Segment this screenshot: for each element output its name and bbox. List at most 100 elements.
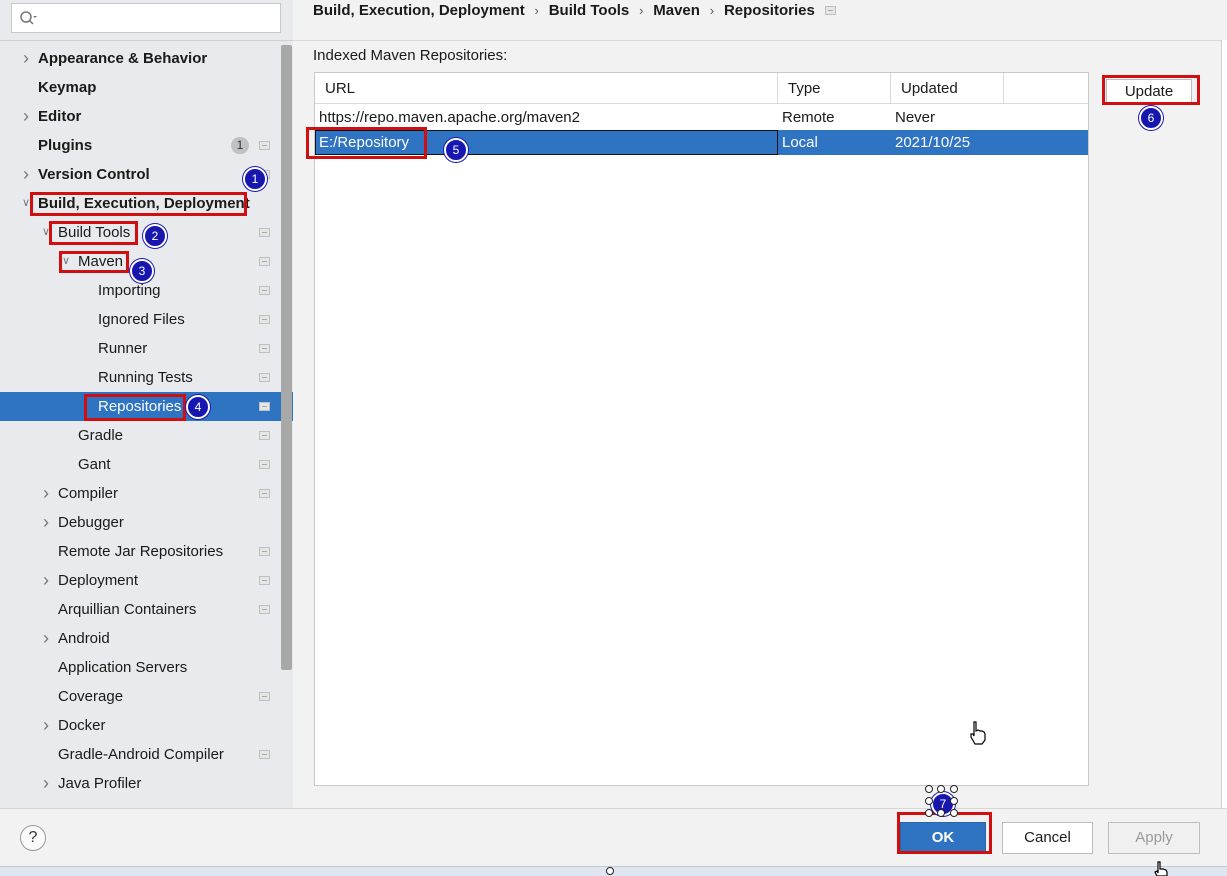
sidebar-divider [0, 40, 293, 41]
column-header-filler [1004, 73, 1088, 104]
sidebar-item-label: Coverage [58, 688, 124, 705]
step-badge: 1 [243, 167, 267, 191]
sidebar-item-label: Appearance & Behavior [38, 50, 208, 67]
sidebar-item[interactable]: › Deployment [0, 566, 293, 595]
project-scope-icon [259, 692, 270, 701]
search-input[interactable] [11, 3, 281, 33]
sidebar-scrollbar[interactable] [281, 45, 292, 670]
project-scope-icon [259, 489, 270, 498]
sidebar-item[interactable]: Plugins 1 [0, 131, 293, 160]
sidebar-item[interactable]: › Editor [0, 102, 293, 131]
sidebar-item[interactable]: › Docker [0, 711, 293, 740]
sidebar-item[interactable]: Application Servers [0, 653, 293, 682]
breadcrumb-separator-icon: › [709, 3, 715, 18]
section-title: Indexed Maven Repositories: [313, 47, 508, 64]
sidebar-item[interactable]: Coverage [0, 682, 293, 711]
sidebar-item-label: Gradle [78, 427, 124, 444]
column-header-type[interactable]: Type [778, 73, 891, 104]
column-header-url[interactable]: URL [315, 73, 778, 104]
cell-updated: Never [895, 109, 936, 126]
selection-handle [925, 785, 933, 793]
sidebar-item[interactable]: › Compiler [0, 479, 293, 508]
cell-updated: 2021/10/25 [895, 134, 971, 151]
selection-handle [606, 867, 614, 875]
sidebar-item[interactable]: Runner [0, 334, 293, 363]
column-header-updated[interactable]: Updated [891, 73, 1004, 104]
sidebar-item[interactable]: Running Tests [0, 363, 293, 392]
breadcrumb-item: Build Tools [548, 2, 630, 19]
sidebar-item-label: Ignored Files [98, 311, 185, 328]
project-scope-icon [259, 431, 270, 440]
highlight-box [59, 251, 129, 273]
chevron-right-icon[interactable]: › [40, 624, 52, 653]
sidebar-item[interactable]: Keymap [0, 73, 293, 102]
project-scope-icon [259, 286, 270, 295]
apply-button[interactable]: Apply [1108, 822, 1200, 854]
sidebar-item[interactable]: › Debugger [0, 508, 293, 537]
project-scope-icon [259, 257, 270, 266]
selection-handle [950, 809, 958, 817]
repositories-table[interactable]: URL Type Updated https://repo.maven.apac… [314, 72, 1089, 786]
sidebar-item[interactable]: Gradle [0, 421, 293, 450]
project-scope-icon [259, 547, 270, 556]
highlight-box [30, 192, 247, 216]
step-badge: 5 [444, 138, 468, 162]
sidebar-item-label: Java Profiler [58, 775, 142, 792]
highlight-box [84, 394, 186, 421]
highlight-box [49, 221, 138, 245]
project-scope-icon [259, 344, 270, 353]
sidebar-item-label: Gant [78, 456, 111, 473]
project-scope-icon [259, 460, 270, 469]
sidebar-item-label: Plugins [38, 137, 93, 154]
sidebar-item-label: Android [58, 630, 110, 647]
sidebar-item[interactable]: Ignored Files [0, 305, 293, 334]
highlight-box [1102, 75, 1200, 105]
sidebar-item-label: Arquillian Containers [58, 601, 197, 618]
chevron-right-icon[interactable]: › [40, 508, 52, 537]
sidebar-item[interactable]: Gradle-Android Compiler [0, 740, 293, 769]
sidebar-item[interactable]: › Java Profiler [0, 769, 293, 798]
table-row-selected[interactable]: E:/Repository Local 2021/10/25 [315, 130, 1088, 155]
chevron-right-icon[interactable]: › [20, 44, 32, 73]
step-badge: 4 [186, 395, 210, 419]
chevron-right-icon[interactable]: › [40, 479, 52, 508]
breadcrumb-separator-icon: › [534, 3, 539, 18]
chevron-right-icon[interactable]: › [20, 160, 32, 189]
step-badge: 3 [130, 259, 154, 283]
chevron-right-icon[interactable]: › [20, 102, 32, 131]
sidebar-item-label: Debugger [58, 514, 124, 531]
update-count-badge: 1 [231, 137, 249, 154]
breadcrumb-separator-icon: › [639, 3, 644, 18]
step-badge: 6 [1139, 106, 1163, 130]
sidebar-item[interactable]: › Android [0, 624, 293, 653]
hand-cursor-icon [970, 721, 986, 745]
hand-cursor-icon [1154, 861, 1168, 876]
sidebar-item-label: Runner [98, 340, 148, 357]
breadcrumb-item: Maven [653, 2, 700, 19]
chevron-right-icon[interactable]: › [40, 711, 52, 740]
help-icon[interactable]: ? [20, 825, 46, 851]
chevron-right-icon[interactable]: › [40, 769, 52, 798]
breadcrumb-item: Build, Execution, Deployment [313, 2, 525, 19]
sidebar-item[interactable]: › Appearance & Behavior [0, 44, 293, 73]
sidebar-item[interactable]: Remote Jar Repositories [0, 537, 293, 566]
project-scope-icon [259, 228, 270, 237]
breadcrumb: Build, Execution, Deployment › Build Tools… [313, 0, 836, 22]
project-scope-icon [259, 373, 270, 382]
selection-handle [925, 797, 933, 805]
selection-handle [937, 809, 945, 817]
cancel-button[interactable]: Cancel [1002, 822, 1093, 854]
table-row[interactable]: https://repo.maven.apache.org/maven2 Rem… [315, 105, 1088, 130]
sidebar-item[interactable]: Gant [0, 450, 293, 479]
search-icon [20, 11, 37, 25]
selection-handle [950, 785, 958, 793]
sidebar-item-label: Remote Jar Repositories [58, 543, 224, 560]
sidebar-item-label: Docker [58, 717, 106, 734]
project-scope-icon [259, 576, 270, 585]
sidebar-item[interactable]: Arquillian Containers [0, 595, 293, 624]
breadcrumb-item: Repositories [723, 2, 815, 19]
selection-handle [937, 785, 945, 793]
selection-handle [925, 809, 933, 817]
sidebar-item-label: Keymap [38, 79, 97, 96]
chevron-right-icon[interactable]: › [40, 566, 52, 595]
